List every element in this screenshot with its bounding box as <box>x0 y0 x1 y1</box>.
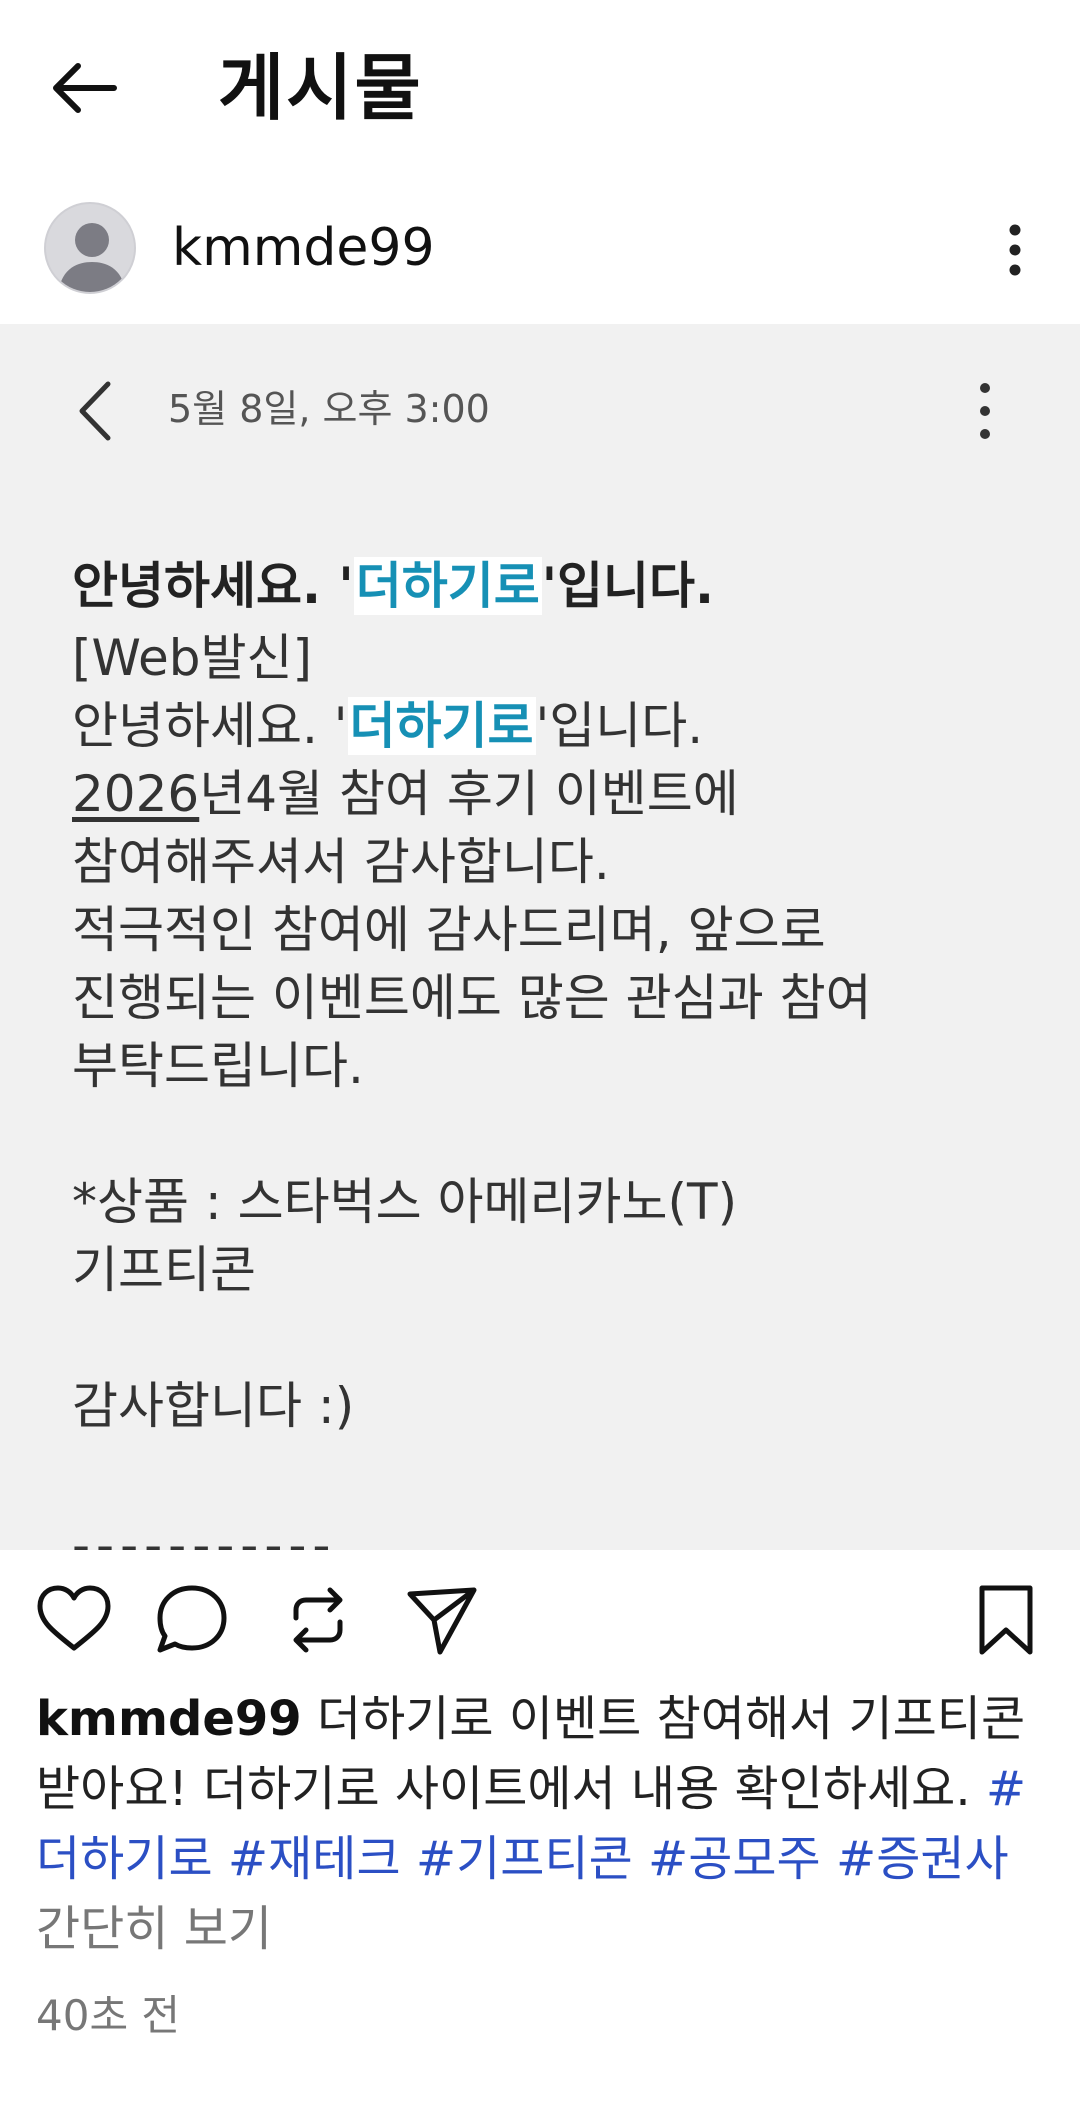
hashtag[interactable]: #증권사 <box>836 1831 1009 1887</box>
collapse-caption-link[interactable]: 간단히 보기 <box>36 1901 272 1957</box>
message-line: 부탁드립니다. <box>72 1037 364 1095</box>
prize-line: *상품 : 스타벅스 아메리카노(T) <box>72 1173 738 1231</box>
more-vertical-icon <box>980 383 990 439</box>
hashtag[interactable]: #재테크 <box>228 1831 401 1887</box>
message-line: 참여해주셔서 감사합니다. <box>72 833 610 891</box>
message-body: 안녕하세요. '더하기로'입니다. [Web발신] 안녕하세요. '더하기로'입… <box>72 552 1032 1440</box>
default-avatar-icon <box>58 223 126 292</box>
message-title: 안녕하세요. '더하기로'입니다. <box>72 557 715 615</box>
post-author-row: kmmde99 <box>0 190 1080 320</box>
post-image[interactable]: 5월 8일, 오후 3:00 안녕하세요. '더하기로'입니다. [Web발신]… <box>0 324 1080 1550</box>
hashtag[interactable]: #기프티콘 <box>416 1831 633 1887</box>
heart-icon[interactable] <box>34 1580 114 1660</box>
message-date: 5월 8일, 오후 3:00 <box>168 387 490 431</box>
message-line: 진행되는 이벤트에도 많은 관심과 참여 <box>72 969 872 1027</box>
more-vertical-icon[interactable] <box>990 220 1040 280</box>
send-icon[interactable] <box>402 1580 482 1660</box>
page-title: 게시물 <box>218 46 423 130</box>
divider-dashes: ----------- <box>72 1516 337 1550</box>
comment-icon[interactable] <box>152 1580 232 1660</box>
top-app-bar: 게시물 <box>0 0 1080 170</box>
web-send-tag: [Web발신] <box>72 629 313 687</box>
post-caption: kmmde99 더하기로 이벤트 참여해서 기프티콘 받아요! 더하기로 사이트… <box>36 1684 1046 1964</box>
bookmark-icon[interactable] <box>966 1580 1046 1660</box>
chevron-left-icon <box>79 381 111 441</box>
post-action-bar <box>0 1550 1080 1690</box>
post-timestamp: 40초 전 <box>36 1991 181 2040</box>
caption-username[interactable]: kmmde99 <box>36 1691 302 1747</box>
author-username[interactable]: kmmde99 <box>172 216 435 280</box>
avatar[interactable] <box>44 202 136 294</box>
repost-icon[interactable] <box>278 1580 358 1660</box>
hashtag[interactable]: #공모주 <box>648 1831 821 1887</box>
thanks-line: 감사합니다 :) <box>72 1377 355 1435</box>
message-line: 2026년4월 참여 후기 이벤트에 <box>72 765 739 823</box>
message-greeting: 안녕하세요. '더하기로'입니다. <box>72 697 704 755</box>
prize-line: 기프티콘 <box>72 1241 256 1299</box>
back-arrow-icon[interactable] <box>44 52 124 132</box>
message-line: 적극적인 참여에 감사드리며, 앞으로 <box>72 901 826 959</box>
